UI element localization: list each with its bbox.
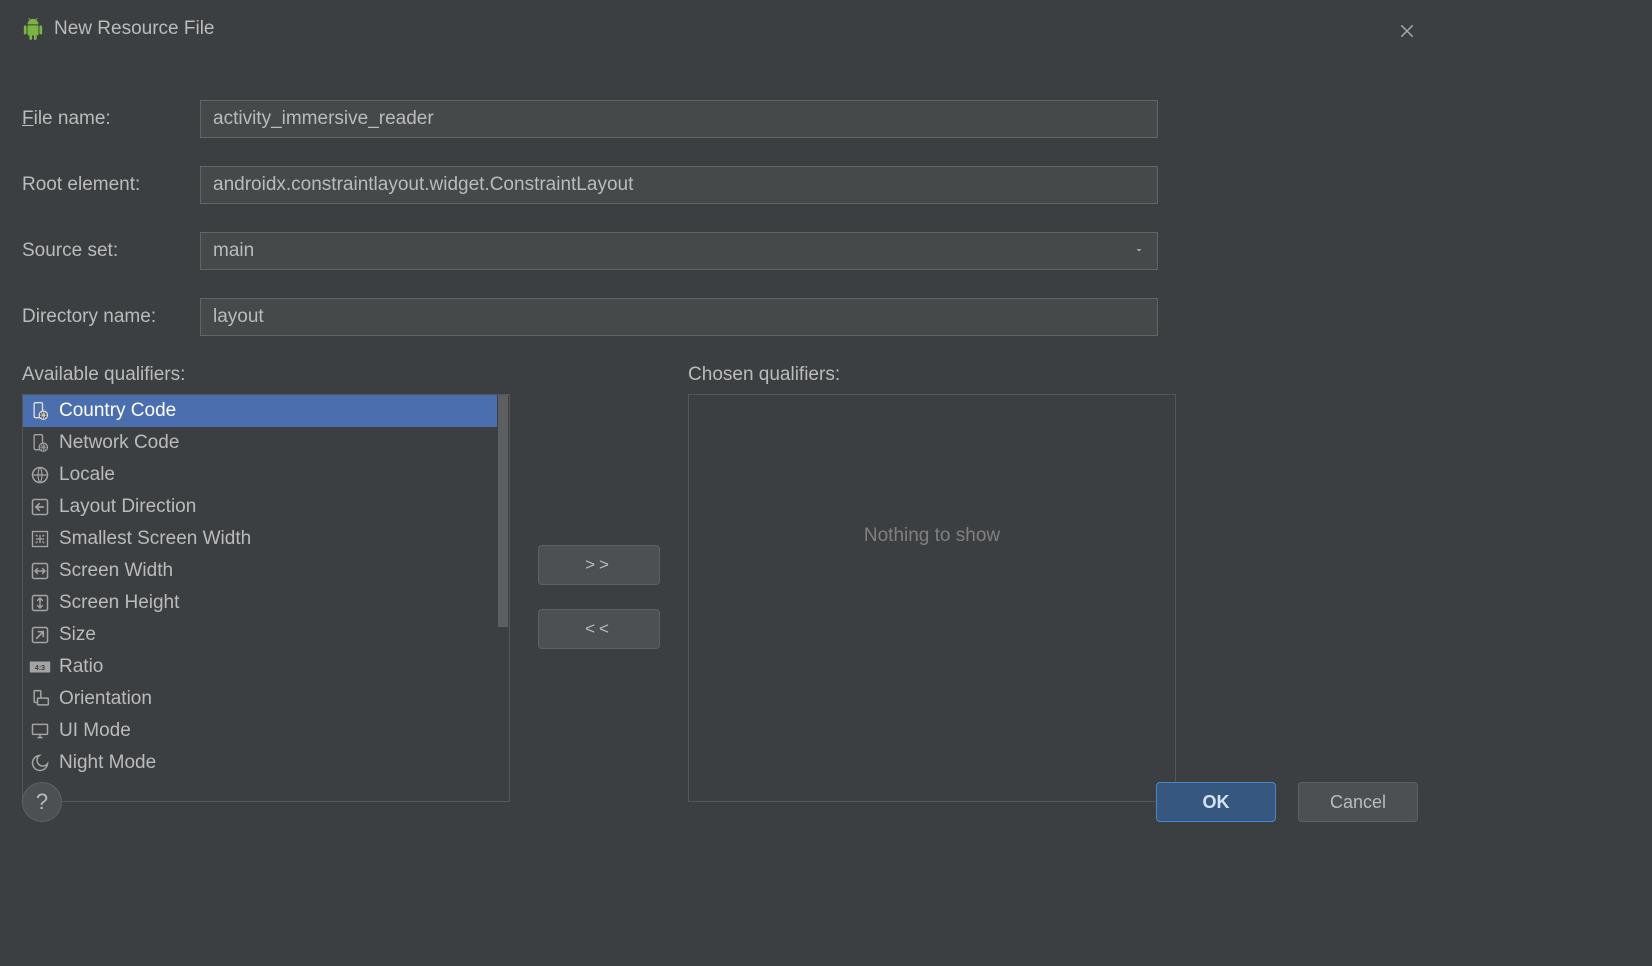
svg-text:4:3: 4:3 (35, 665, 45, 672)
expand-icon (29, 528, 51, 550)
source-set-select[interactable]: main (200, 232, 1158, 270)
list-item[interactable]: Locale (23, 459, 497, 491)
qualifiers-section: Available qualifiers: Country Code Networ… (0, 364, 1440, 802)
new-resource-file-dialog: New Resource File File name: Root elemen… (0, 0, 1440, 840)
available-qualifiers-label: Available qualifiers: (22, 364, 510, 386)
list-item[interactable]: UI Mode (23, 715, 497, 747)
list-item-label: Locale (59, 464, 115, 486)
list-item[interactable]: Size (23, 619, 497, 651)
list-item-label: Size (59, 624, 96, 646)
source-set-label: Source set: (22, 240, 190, 262)
list-item-label: Country Code (59, 400, 176, 422)
chosen-qualifiers-label: Chosen qualifiers: (688, 364, 1176, 386)
root-element-field[interactable] (200, 166, 1158, 204)
chevron-down-icon (1133, 240, 1145, 262)
device-globe-icon (29, 432, 51, 454)
form-area: File name: Root element: Source set: mai… (0, 100, 1440, 336)
arrows-h-box-icon (29, 560, 51, 582)
help-button[interactable]: ? (22, 782, 62, 822)
list-item-label: UI Mode (59, 720, 131, 742)
list-item-label: Network Code (59, 432, 179, 454)
chosen-empty-text: Nothing to show (689, 395, 1175, 801)
list-item[interactable]: Layout Direction (23, 491, 497, 523)
dialog-title: New Resource File (54, 18, 215, 40)
list-item[interactable]: Night Mode (23, 747, 497, 779)
moon-icon (29, 752, 51, 774)
file-name-field[interactable] (200, 100, 1158, 138)
available-qualifiers-list[interactable]: Country Code Network Code Locale Layout Dir… (22, 394, 510, 802)
remove-qualifier-button[interactable]: << (538, 609, 660, 649)
list-item[interactable]: Screen Width (23, 555, 497, 587)
android-icon (22, 18, 44, 40)
list-item[interactable]: 4:3 Ratio (23, 651, 497, 683)
orientation-icon (29, 688, 51, 710)
scrollbar-thumb[interactable] (498, 395, 508, 627)
list-item-label: Layout Direction (59, 496, 196, 518)
list-item[interactable]: Country Code (23, 395, 497, 427)
cancel-button[interactable]: Cancel (1298, 782, 1418, 822)
list-item-label: Screen Width (59, 560, 173, 582)
desktop-icon (29, 720, 51, 742)
arrow-left-box-icon (29, 496, 51, 518)
source-set-value: main (213, 240, 254, 262)
list-item-label: Ratio (59, 656, 103, 678)
device-globe-icon (29, 400, 51, 422)
arrows-v-box-icon (29, 592, 51, 614)
directory-name-label: Directory name: (22, 306, 190, 328)
dialog-footer: ? OK Cancel (0, 782, 1440, 822)
diagonal-arrow-box-icon (29, 624, 51, 646)
title-bar: New Resource File (0, 0, 1440, 58)
list-item[interactable]: Smallest Screen Width (23, 523, 497, 555)
list-item-label: Screen Height (59, 592, 179, 614)
ok-button[interactable]: OK (1156, 782, 1276, 822)
close-icon[interactable] (1396, 20, 1418, 42)
globe-icon (29, 464, 51, 486)
list-item[interactable]: Network Code (23, 427, 497, 459)
directory-name-field[interactable] (200, 298, 1158, 336)
root-element-label: Root element: (22, 174, 190, 196)
chosen-qualifiers-list[interactable]: Nothing to show (688, 394, 1176, 802)
list-item[interactable]: Screen Height (23, 587, 497, 619)
ratio-43-icon: 4:3 (29, 656, 51, 678)
file-name-label: File name: (22, 108, 190, 130)
scrollbar-vertical[interactable] (497, 395, 509, 801)
list-item-label: Night Mode (59, 752, 156, 774)
add-qualifier-button[interactable]: >> (538, 545, 660, 585)
list-item-label: Smallest Screen Width (59, 528, 251, 550)
list-item[interactable]: Orientation (23, 683, 497, 715)
list-item-label: Orientation (59, 688, 152, 710)
